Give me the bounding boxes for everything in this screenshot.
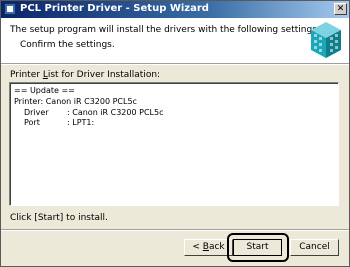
window-title: PCL Printer Driver - Setup Wizard: [20, 3, 209, 14]
list-line-printer: Printer: Canon iR C3200 PCL5c: [14, 97, 137, 106]
footer-divider-highlight: [1, 230, 349, 231]
printer-cube-icon: [311, 22, 341, 58]
app-icon: [4, 3, 16, 15]
title-bar[interactable]: PCL Printer Driver - Setup Wizard ✕: [1, 1, 349, 18]
list-line-port-value: : LPT1:: [67, 118, 95, 127]
back-button[interactable]: < Back: [184, 239, 233, 256]
printer-list-box[interactable]: == Update == Printer: Canon iR C3200 PCL…: [9, 82, 339, 206]
cancel-button[interactable]: Cancel: [290, 239, 339, 256]
list-line-port-label: Port: [24, 118, 40, 127]
list-line-driver-value: : Canon iR C3200 PCL5c: [67, 108, 164, 117]
list-line-update: == Update ==: [14, 86, 75, 95]
close-button[interactable]: ✕: [334, 3, 347, 15]
install-instruction: Click [Start] to install.: [10, 213, 108, 223]
printer-list-label: Printer List for Driver Installation:: [10, 70, 161, 80]
setup-wizard-window: PCL Printer Driver - Setup Wizard ✕ The …: [0, 0, 350, 267]
header-description: The setup program will install the drive…: [10, 25, 320, 35]
wizard-header: The setup program will install the drive…: [1, 18, 349, 63]
header-divider-highlight: [1, 64, 349, 65]
start-button[interactable]: Start: [233, 239, 282, 256]
header-instruction: Confirm the settings.: [20, 40, 115, 50]
list-line-driver-label: Driver: [24, 108, 49, 117]
